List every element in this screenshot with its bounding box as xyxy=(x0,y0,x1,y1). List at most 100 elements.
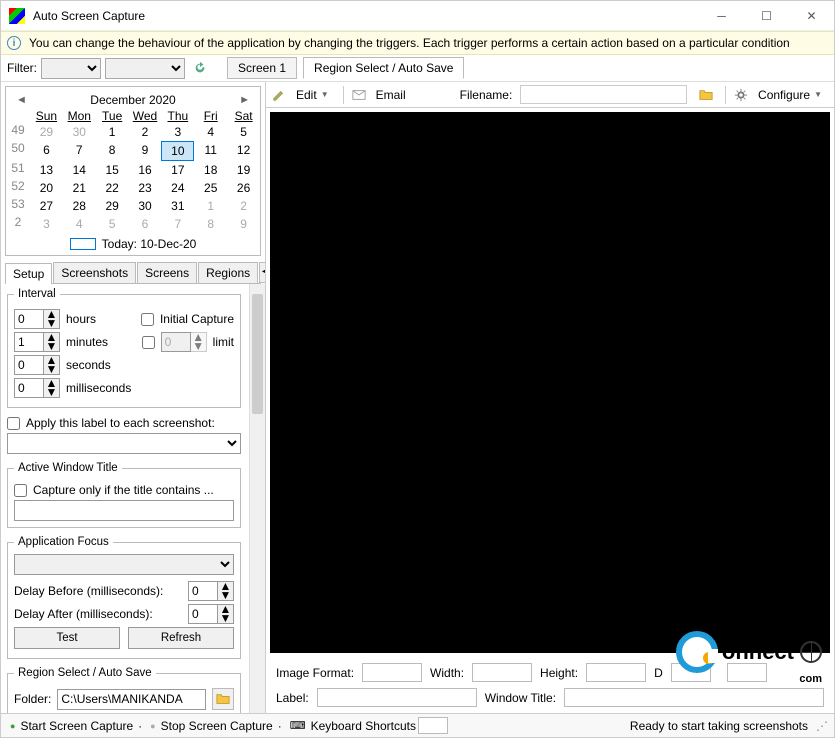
tab-screen-1[interactable]: Screen 1 xyxy=(227,57,297,79)
delay-before-input[interactable] xyxy=(188,581,218,601)
delay-after-input[interactable] xyxy=(188,604,218,624)
calendar-day[interactable]: 17 xyxy=(161,161,194,179)
calendar-day[interactable]: 6 xyxy=(30,141,63,161)
calendar-day[interactable]: 30 xyxy=(129,197,162,215)
apply-label-checkbox[interactable] xyxy=(7,417,20,430)
calendar-day[interactable]: 23 xyxy=(129,179,162,197)
status-input[interactable] xyxy=(418,717,448,734)
calendar-day[interactable]: 21 xyxy=(63,179,96,197)
calendar-day[interactable]: 25 xyxy=(194,179,227,197)
hours-stepper[interactable]: ▲▼ xyxy=(44,309,60,329)
filter-type-combo[interactable] xyxy=(41,58,101,79)
hours-input[interactable] xyxy=(14,309,44,329)
calendar-day[interactable]: 3 xyxy=(161,123,194,141)
minutes-stepper[interactable]: ▲▼ xyxy=(44,332,60,352)
calendar-dow: Thu xyxy=(161,109,194,123)
limit-checkbox[interactable] xyxy=(142,336,155,349)
calendar-day[interactable]: 9 xyxy=(227,215,260,233)
calendar-day[interactable]: 12 xyxy=(227,141,260,161)
title-contains-input[interactable] xyxy=(14,500,234,521)
calendar-day[interactable]: 15 xyxy=(96,161,129,179)
calendar-day[interactable]: 2 xyxy=(129,123,162,141)
calendar-day[interactable]: 4 xyxy=(194,123,227,141)
calendar-day[interactable]: 27 xyxy=(30,197,63,215)
edit-button[interactable]: Edit▼ xyxy=(290,86,335,104)
configure-button[interactable]: Configure▼ xyxy=(752,86,828,104)
calendar-day[interactable]: 1 xyxy=(194,197,227,215)
subtab-screens[interactable]: Screens xyxy=(137,262,197,283)
subtab-setup[interactable]: Setup xyxy=(5,263,52,284)
calendar-next-icon[interactable]: ► xyxy=(235,94,254,106)
ms-stepper[interactable]: ▲▼ xyxy=(44,378,60,398)
delay-before-stepper[interactable]: ▲▼ xyxy=(218,581,234,601)
calendar-day[interactable]: 5 xyxy=(96,215,129,233)
delay-after-stepper[interactable]: ▲▼ xyxy=(218,604,234,624)
status-ready-label: Ready to start taking screenshots xyxy=(630,719,808,733)
calendar-day[interactable]: 24 xyxy=(161,179,194,197)
preview-area xyxy=(270,112,830,653)
refresh-button[interactable]: Refresh xyxy=(128,627,234,649)
start-capture-button[interactable]: Start Screen Capture xyxy=(20,719,133,733)
calendar-day[interactable]: 9 xyxy=(129,141,162,161)
calendar-today-label[interactable]: Today: 10-Dec-20 xyxy=(102,237,197,251)
calendar-day[interactable]: 7 xyxy=(63,141,96,161)
tab-region-select[interactable]: Region Select / Auto Save xyxy=(303,57,464,79)
calendar-day[interactable]: 1 xyxy=(96,123,129,141)
calendar-day[interactable]: 18 xyxy=(194,161,227,179)
calendar-prev-icon[interactable]: ◄ xyxy=(12,94,31,106)
test-button[interactable]: Test xyxy=(14,627,120,649)
subtab-screenshots[interactable]: Screenshots xyxy=(53,262,136,283)
left-scrollbar[interactable] xyxy=(249,284,265,713)
calendar-day[interactable]: 3 xyxy=(30,215,63,233)
calendar-day[interactable]: 6 xyxy=(129,215,162,233)
calendar-day[interactable]: 8 xyxy=(194,215,227,233)
application-focus-group: Application Focus Delay Before (millisec… xyxy=(7,536,241,659)
calendar-day[interactable]: 4 xyxy=(63,215,96,233)
label-combo[interactable] xyxy=(7,433,241,454)
calendar-day[interactable]: 14 xyxy=(63,161,96,179)
calendar-day[interactable]: 5 xyxy=(227,123,260,141)
calendar-day[interactable]: 30 xyxy=(63,123,96,141)
calendar-day[interactable]: 10 xyxy=(161,141,194,161)
subtab-regions[interactable]: Regions xyxy=(198,262,258,283)
folder-input[interactable] xyxy=(57,689,206,710)
subtab-scroll-left[interactable]: ◄ xyxy=(259,262,266,283)
calendar-day[interactable]: 8 xyxy=(96,141,129,161)
calendar-day[interactable]: 29 xyxy=(96,197,129,215)
filename-input[interactable] xyxy=(520,85,687,104)
calendar-day[interactable]: 31 xyxy=(161,197,194,215)
calendar-day[interactable]: 20 xyxy=(30,179,63,197)
calendar-day[interactable]: 22 xyxy=(96,179,129,197)
appfocus-combo[interactable] xyxy=(14,554,234,575)
browse-folder-icon[interactable] xyxy=(212,688,234,710)
calendar[interactable]: ◄ December 2020 ► SunMonTueWedThuFriSat4… xyxy=(5,86,261,256)
calendar-day[interactable]: 16 xyxy=(129,161,162,179)
open-folder-icon[interactable] xyxy=(695,84,717,106)
close-button[interactable]: ✕ xyxy=(789,1,834,31)
title-contains-checkbox[interactable] xyxy=(14,484,27,497)
keyboard-shortcuts-button[interactable]: Keyboard Shortcuts xyxy=(311,719,416,733)
calendar-day[interactable]: 13 xyxy=(30,161,63,179)
calendar-day[interactable]: 2 xyxy=(227,197,260,215)
minimize-button[interactable]: ─ xyxy=(699,1,744,31)
stop-capture-button[interactable]: Stop Screen Capture xyxy=(161,719,273,733)
minutes-input[interactable] xyxy=(14,332,44,352)
edit-icon xyxy=(272,88,286,102)
calendar-day[interactable]: 19 xyxy=(227,161,260,179)
calendar-day[interactable]: 28 xyxy=(63,197,96,215)
email-button[interactable]: Email xyxy=(370,86,412,104)
seconds-input[interactable] xyxy=(14,355,44,375)
maximize-button[interactable]: ☐ xyxy=(744,1,789,31)
ms-input[interactable] xyxy=(14,378,44,398)
seconds-stepper[interactable]: ▲▼ xyxy=(44,355,60,375)
filter-value-combo[interactable] xyxy=(105,58,185,79)
resize-grip-icon[interactable]: ⋰ xyxy=(816,719,828,733)
calendar-day[interactable]: 26 xyxy=(227,179,260,197)
initial-capture-checkbox[interactable] xyxy=(141,313,154,326)
calendar-day[interactable]: 7 xyxy=(161,215,194,233)
calendar-month[interactable]: December 2020 xyxy=(31,93,235,107)
calendar-day[interactable]: 11 xyxy=(194,141,227,161)
calendar-today-box[interactable] xyxy=(70,238,96,250)
refresh-icon[interactable] xyxy=(189,57,211,79)
calendar-day[interactable]: 29 xyxy=(30,123,63,141)
